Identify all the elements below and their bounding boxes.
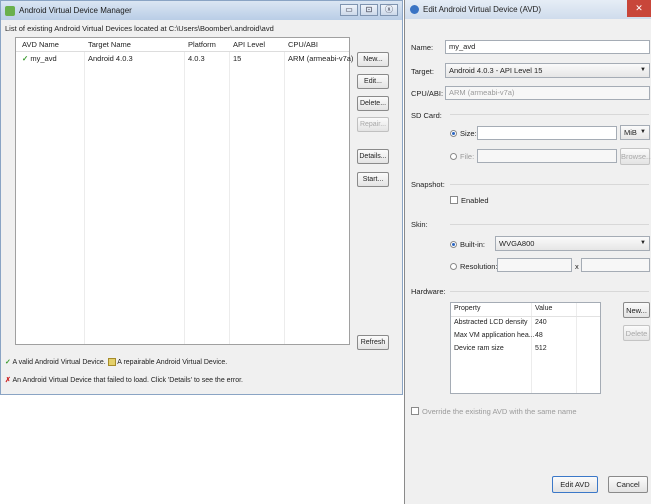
browse-button[interactable]: Browse... xyxy=(620,148,651,165)
details-button[interactable]: Details... xyxy=(357,149,389,164)
repairable-icon xyxy=(107,358,116,367)
minimize-button[interactable]: ▭ xyxy=(340,4,358,16)
platform-cell: 4.0.3 xyxy=(188,54,205,63)
avd-table-header: AVD Name Target Name Platform API Level … xyxy=(16,38,349,52)
hw-property-cell: Abstracted LCD density xyxy=(454,319,528,326)
snapshot-checkbox[interactable] xyxy=(450,196,458,204)
legend-failed: An Android Virtual Device that failed to… xyxy=(12,377,243,384)
hardware-divider xyxy=(450,291,649,292)
manager-title: Android Virtual Device Manager xyxy=(19,6,132,15)
resolution-width-input[interactable] xyxy=(497,258,572,272)
name-field[interactable]: my_avd xyxy=(445,40,650,54)
table-row[interactable]: Max VM application hea... 48 xyxy=(451,330,600,343)
close-button[interactable]: ⓧ xyxy=(380,4,398,16)
target-label: Target: xyxy=(411,67,434,76)
avd-table: AVD Name Target Name Platform API Level … xyxy=(15,37,353,345)
cpu-cell: ARM (armeabi-v7a) xyxy=(288,54,354,63)
edit-avd-button[interactable]: Edit AVD xyxy=(552,476,598,493)
hw-property-cell: Device ram size xyxy=(454,345,504,352)
sd-size-label: Size: xyxy=(460,129,477,138)
check-icon: ✓ xyxy=(22,54,29,63)
cpu-label: CPU/ABI: xyxy=(411,89,444,98)
skin-select[interactable]: WVGA800 ▼ xyxy=(495,236,650,251)
avd-location-text: List of existing Android Virtual Devices… xyxy=(5,24,274,33)
builtin-radio[interactable] xyxy=(450,241,457,248)
refresh-button[interactable]: Refresh xyxy=(357,335,389,350)
col-cpu-abi[interactable]: CPU/ABI xyxy=(288,40,318,49)
legend-line-1: ✓ A valid Android Virtual Device. A repa… xyxy=(5,358,228,367)
cpu-abi-field[interactable]: ARM (armeabi-v7a) xyxy=(445,86,650,100)
hardware-table: Property Value Abstracted LCD density 24… xyxy=(450,302,601,394)
legend-valid: A valid Android Virtual Device. xyxy=(12,359,106,366)
hw-value-cell: 512 xyxy=(535,345,547,352)
edit-titlebar[interactable]: Edit Android Virtual Device (AVD) ✕ xyxy=(405,0,651,19)
col-api-level[interactable]: API Level xyxy=(233,40,265,49)
override-checkbox[interactable] xyxy=(411,407,419,415)
col-value[interactable]: Value xyxy=(535,305,552,312)
override-label: Override the existing AVD with the same … xyxy=(422,407,577,416)
cancel-button[interactable]: Cancel xyxy=(608,476,648,493)
col-target-name[interactable]: Target Name xyxy=(88,40,131,49)
android-app-icon xyxy=(5,5,15,16)
avd-name-cell: ✓ my_avd xyxy=(22,54,57,63)
table-row[interactable]: ✓ my_avd Android 4.0.3 4.0.3 15 ARM (arm… xyxy=(16,52,353,66)
hw-property-cell: Max VM application hea... xyxy=(454,332,535,339)
new-avd-button[interactable]: New... xyxy=(357,52,389,67)
skin-divider xyxy=(450,224,649,225)
sd-divider xyxy=(450,114,649,115)
failed-x-icon: ✗ xyxy=(5,377,11,384)
table-row[interactable]: Device ram size 512 xyxy=(451,343,600,356)
chevron-down-icon: ▼ xyxy=(640,129,646,135)
hw-delete-button[interactable]: Delete xyxy=(623,325,650,341)
dialog-close-icon[interactable]: ✕ xyxy=(627,0,651,17)
snapshot-enabled-label: Enabled xyxy=(461,196,489,205)
sd-size-input[interactable] xyxy=(477,126,617,140)
maximize-button[interactable]: ⊡ xyxy=(360,4,378,16)
sd-size-radio[interactable] xyxy=(450,130,457,137)
name-label: Name: xyxy=(411,43,434,52)
legend-line-2: ✗ An Android Virtual Device that failed … xyxy=(5,376,243,384)
valid-check-icon: ✓ xyxy=(5,359,11,366)
edit-avd-dialog: Edit Android Virtual Device (AVD) ✕ Name… xyxy=(404,0,651,504)
sd-unit-value: MiB xyxy=(624,128,637,137)
manager-titlebar[interactable]: Android Virtual Device Manager ▭ ⊡ ⓧ xyxy=(1,1,402,20)
sd-unit-select[interactable]: MiB ▼ xyxy=(620,125,650,140)
col-platform[interactable]: Platform xyxy=(188,40,216,49)
snapshot-divider xyxy=(450,184,649,185)
builtin-label: Built-in: xyxy=(460,240,486,249)
target-cell: Android 4.0.3 xyxy=(88,54,133,63)
sd-file-input[interactable] xyxy=(477,149,617,163)
chevron-down-icon: ▼ xyxy=(640,67,646,73)
sd-card-label: SD Card: xyxy=(411,111,442,120)
skin-label: Skin: xyxy=(411,220,428,229)
legend-repairable: A repairable Android Virtual Device. xyxy=(117,359,228,366)
sd-file-radio[interactable] xyxy=(450,153,457,160)
resolution-label: Resolution: xyxy=(460,262,498,271)
table-row[interactable]: Abstracted LCD density 240 xyxy=(451,317,600,330)
target-select-value: Android 4.0.3 - API Level 15 xyxy=(449,66,543,75)
sd-file-label: File: xyxy=(460,152,475,161)
col-property[interactable]: Property xyxy=(454,305,480,312)
resolution-height-input[interactable] xyxy=(581,258,650,272)
api-cell: 15 xyxy=(233,54,242,63)
eclipse-icon xyxy=(410,5,419,14)
resolution-radio[interactable] xyxy=(450,263,457,270)
hw-new-button[interactable]: New... xyxy=(623,302,650,318)
hw-value-cell: 48 xyxy=(535,332,543,339)
snapshot-label: Snapshot: xyxy=(411,180,445,189)
start-button[interactable]: Start... xyxy=(357,172,389,187)
hardware-label: Hardware: xyxy=(411,287,446,296)
resolution-x-label: x xyxy=(575,262,579,271)
avd-manager-window: Android Virtual Device Manager ▭ ⊡ ⓧ Lis… xyxy=(0,0,403,395)
hardware-table-header: Property Value xyxy=(451,303,600,317)
target-select[interactable]: Android 4.0.3 - API Level 15 ▼ xyxy=(445,63,650,78)
chevron-down-icon: ▼ xyxy=(640,240,646,246)
delete-avd-button[interactable]: Delete... xyxy=(357,96,389,111)
edit-avd-button[interactable]: Edit... xyxy=(357,74,389,89)
col-avd-name[interactable]: AVD Name xyxy=(22,40,59,49)
repair-avd-button[interactable]: Repair... xyxy=(357,117,389,132)
skin-select-value: WVGA800 xyxy=(499,239,535,248)
edit-title: Edit Android Virtual Device (AVD) xyxy=(423,5,541,14)
hw-value-cell: 240 xyxy=(535,319,547,326)
